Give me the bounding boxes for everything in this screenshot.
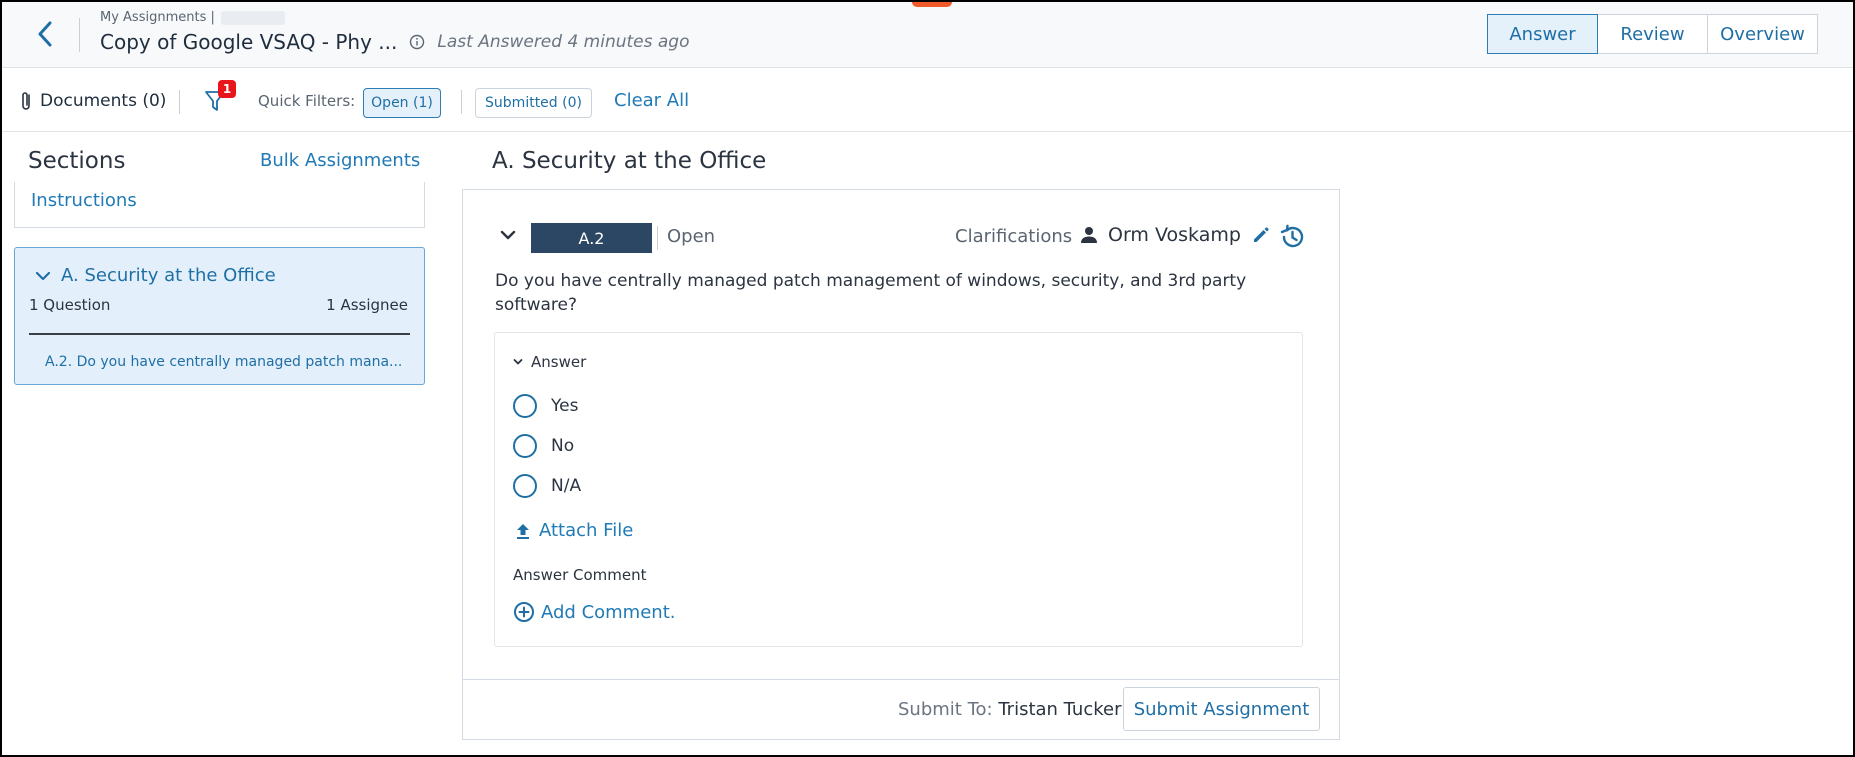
- breadcrumb-link[interactable]: My Assignments |: [100, 10, 215, 25]
- page-header: My Assignments | Copy of Google VSAQ - P…: [2, 2, 1853, 68]
- submit-assignment-button[interactable]: Submit Assignment: [1123, 687, 1320, 731]
- answer-option-yes[interactable]: Yes: [513, 394, 578, 418]
- question-text: Do you have centrally managed patch mana…: [495, 271, 1247, 315]
- section-card[interactable]: A. Security at the Office 1 Question 1 A…: [14, 247, 425, 385]
- paperclip-icon: [22, 92, 30, 110]
- section-card-header[interactable]: A. Security at the Office: [35, 265, 276, 286]
- assignee: Orm Voskamp: [1080, 224, 1271, 246]
- quick-filters-label: Quick Filters:: [258, 92, 356, 110]
- section-heading: A. Security at the Office: [492, 148, 767, 174]
- upload-icon: [517, 523, 529, 539]
- option-label: No: [551, 436, 575, 456]
- chevron-down-icon: [500, 230, 516, 240]
- answer-toggle[interactable]: Answer: [513, 353, 586, 371]
- option-label: Yes: [551, 396, 579, 416]
- sections-title: Sections: [28, 148, 126, 174]
- quick-filter-open-chip[interactable]: Open (1): [363, 88, 441, 118]
- answer-option-na[interactable]: N/A: [513, 474, 581, 498]
- redacted-text: [220, 10, 285, 25]
- collapse-question-button[interactable]: [499, 226, 517, 240]
- pencil-icon[interactable]: [1251, 225, 1271, 245]
- toolbar-divider: [179, 90, 180, 114]
- question-card: A.2 Open Clarifications Orm Voskamp Do y…: [462, 189, 1340, 740]
- page-title: Copy of Google VSAQ - Phy ...: [100, 30, 398, 54]
- assignee-count: 1 Assignee: [326, 296, 408, 314]
- section-card-title: A. Security at the Office: [61, 265, 276, 286]
- card-footer: Submit To: Tristan Tucker Submit Assignm…: [463, 679, 1339, 739]
- last-answered-text: Last Answered 4 minutes ago: [437, 32, 690, 52]
- answer-label: Answer: [531, 353, 587, 371]
- filter-count-badge: 1: [218, 80, 236, 98]
- info-icon[interactable]: [409, 34, 425, 50]
- breadcrumb: My Assignments |: [100, 10, 285, 25]
- attach-file-button[interactable]: Attach File: [515, 520, 633, 541]
- clarifications-link[interactable]: Clarifications: [955, 226, 1072, 247]
- quick-filter-submitted-chip[interactable]: Submitted (0): [475, 88, 592, 118]
- question-status: Open: [667, 226, 716, 247]
- submit-to: Submit To: Tristan Tucker: [898, 699, 1121, 720]
- answer-option-no[interactable]: No: [513, 434, 574, 458]
- question-count: 1 Question: [29, 296, 111, 314]
- add-comment-label: Add Comment.: [541, 601, 676, 623]
- plus-circle-icon: [514, 602, 534, 622]
- question-id-badge: A.2: [531, 223, 652, 253]
- toolbar-divider: [461, 90, 462, 114]
- view-tabs: Answer Review Overview: [1487, 14, 1818, 54]
- submit-to-label: Submit To:: [898, 699, 999, 720]
- clear-all-link[interactable]: Clear All: [614, 90, 689, 111]
- title-row: Copy of Google VSAQ - Phy ... Last Answe…: [100, 30, 690, 54]
- chevron-down-icon: [35, 271, 51, 280]
- filter-toolbar: Documents (0) 1 Quick Filters: Open (1) …: [2, 68, 1853, 132]
- notification-tab: [912, 2, 952, 7]
- assignee-name: Orm Voskamp: [1108, 224, 1241, 246]
- tab-review[interactable]: Review: [1598, 14, 1708, 54]
- instructions-link[interactable]: Instructions: [31, 190, 137, 211]
- add-comment-button[interactable]: Add Comment.: [513, 601, 675, 623]
- radio-button[interactable]: [513, 474, 537, 498]
- attach-file-label: Attach File: [539, 520, 634, 541]
- documents-label: Documents (0): [40, 91, 167, 111]
- option-label: N/A: [551, 476, 582, 496]
- radio-button[interactable]: [513, 434, 537, 458]
- section-divider: [29, 333, 410, 335]
- header-divider: [79, 18, 80, 52]
- documents-button[interactable]: Documents (0): [20, 90, 166, 112]
- back-button[interactable]: [32, 19, 58, 49]
- submit-to-name: Tristan Tucker: [998, 699, 1122, 720]
- back-chevron-icon: [38, 21, 52, 47]
- answer-comment-label: Answer Comment: [513, 566, 647, 584]
- person-icon: [1081, 227, 1097, 243]
- question-link[interactable]: A.2. Do you have centrally managed patch…: [45, 354, 402, 370]
- radio-button[interactable]: [513, 394, 537, 418]
- history-icon[interactable]: [1278, 223, 1306, 251]
- chevron-down-icon: [513, 359, 523, 365]
- tab-overview[interactable]: Overview: [1708, 14, 1818, 54]
- answer-section: Answer Yes No N/A Attach File Answer Com…: [494, 332, 1303, 647]
- app-window: My Assignments | Copy of Google VSAQ - P…: [2, 2, 1853, 755]
- tab-answer[interactable]: Answer: [1487, 14, 1598, 54]
- instructions-item: Instructions: [14, 182, 425, 228]
- status-divider: [657, 226, 658, 250]
- bulk-assignments-link[interactable]: Bulk Assignments: [260, 150, 420, 171]
